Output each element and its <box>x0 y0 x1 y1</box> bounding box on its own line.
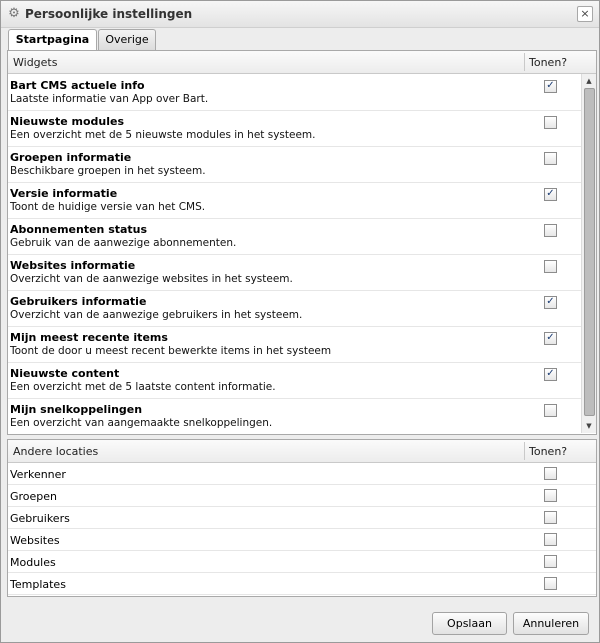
widget-description: Beschikbare groepen in het systeem. <box>10 165 206 177</box>
widget-name: Websites informatie <box>10 259 136 272</box>
location-show-checkbox[interactable] <box>544 577 557 590</box>
widget-row: Websites informatie Overzicht van de aanw… <box>8 254 581 291</box>
location-name: Verkenner <box>10 468 66 481</box>
widget-show-checkbox[interactable] <box>544 260 557 273</box>
scroll-up-arrow-icon[interactable]: ▲ <box>583 75 595 87</box>
widget-name: Gebruikers informatie <box>10 295 147 308</box>
locations-table-header: Andere locaties Tonen? <box>8 440 596 463</box>
scrollbar-thumb[interactable] <box>584 88 595 416</box>
check-icon: ✓ <box>546 80 555 91</box>
scroll-down-arrow-icon[interactable]: ▼ <box>583 420 595 432</box>
location-show-checkbox[interactable] <box>544 467 557 480</box>
location-show-checkbox[interactable] <box>544 555 557 568</box>
widget-row: Mijn snelkoppelingen Een overzicht van aa… <box>8 398 581 434</box>
dialog-titlebar[interactable]: ⚙ Persoonlijke instellingen × <box>1 1 599 28</box>
dialog-title: Persoonlijke instellingen <box>25 7 193 21</box>
show-column-header[interactable]: Tonen? <box>529 445 567 458</box>
location-name: Groepen <box>10 490 58 503</box>
location-show-checkbox[interactable] <box>544 489 557 502</box>
widget-description: Gebruik van de aanwezige abonnementen. <box>10 237 237 249</box>
widget-show-checkbox[interactable] <box>544 152 557 165</box>
widget-show-checkbox[interactable]: ✓ <box>544 332 557 345</box>
show-column-header[interactable]: Tonen? <box>529 56 567 69</box>
check-icon: ✓ <box>546 188 555 199</box>
widget-name: Nieuwste modules <box>10 115 125 128</box>
save-button[interactable]: Opslaan <box>432 612 507 635</box>
widgets-scrollbar[interactable]: ▲ ▼ <box>581 74 596 433</box>
widget-description: Een overzicht met de 5 nieuwste modules … <box>10 129 316 141</box>
location-name: Gebruikers <box>10 512 70 525</box>
location-row: Modules <box>8 551 596 573</box>
widget-description: Een overzicht met de 5 laatste content i… <box>10 381 276 393</box>
widget-show-checkbox[interactable]: ✓ <box>544 188 557 201</box>
widget-description: Overzicht van de aanwezige websites in h… <box>10 273 293 285</box>
gear-icon: ⚙ <box>8 6 20 21</box>
widget-name: Mijn meest recente items <box>10 331 168 344</box>
widget-row: Nieuwste content Een overzicht met de 5 l… <box>8 362 581 399</box>
location-row: Gebruikers <box>8 507 596 529</box>
widget-show-checkbox[interactable] <box>544 116 557 129</box>
column-divider <box>524 53 525 71</box>
location-name: Websites <box>10 534 60 547</box>
check-icon: ✓ <box>546 368 555 379</box>
widget-name: Groepen informatie <box>10 151 132 164</box>
widget-description: Toont de door u meest recent bewerkte it… <box>10 345 332 357</box>
widget-show-checkbox[interactable]: ✓ <box>544 368 557 381</box>
widgets-panel: Widgets Tonen? Bart CMS actuele info Laat… <box>7 50 597 435</box>
widget-show-checkbox[interactable] <box>544 404 557 417</box>
widgets-column-header[interactable]: Widgets <box>13 56 57 69</box>
widget-description: Overzicht van de aanwezige gebruikers in… <box>10 309 303 321</box>
column-divider <box>524 442 525 460</box>
tab-startpagina[interactable]: Startpagina <box>8 29 97 51</box>
widget-row: Bart CMS actuele info Laatste informatie … <box>8 74 581 111</box>
widget-name: Abonnementen status <box>10 223 148 236</box>
location-show-checkbox[interactable] <box>544 533 557 546</box>
locations-column-header[interactable]: Andere locaties <box>13 445 98 458</box>
widget-description: Toont de huidige versie van het CMS. <box>10 201 206 213</box>
location-row: Websites <box>8 529 596 551</box>
widget-row: Gebruikers informatie Overzicht van de aa… <box>8 290 581 327</box>
location-show-checkbox[interactable] <box>544 511 557 524</box>
widget-show-checkbox[interactable]: ✓ <box>544 296 557 309</box>
widget-description: Laatste informatie van App over Bart. <box>10 93 209 105</box>
location-name: Modules <box>10 556 56 569</box>
location-row: Groepen <box>8 485 596 507</box>
widget-row: Versie informatie Toont de huidige versie… <box>8 182 581 219</box>
widget-row: Abonnementen status Gebruik van de aanwez… <box>8 218 581 255</box>
location-name: Templates <box>10 578 66 591</box>
location-row: Templates <box>8 573 596 595</box>
check-icon: ✓ <box>546 296 555 307</box>
tab-overige[interactable]: Overige <box>98 29 156 50</box>
widget-name: Nieuwste content <box>10 367 120 380</box>
check-icon: ✓ <box>546 332 555 343</box>
location-row: Verkenner <box>8 463 596 485</box>
widget-show-checkbox[interactable]: ✓ <box>544 80 557 93</box>
widgets-table-header: Widgets Tonen? <box>8 51 596 74</box>
widget-row: Nieuwste modules Een overzicht met de 5 n… <box>8 110 581 147</box>
widget-name: Versie informatie <box>10 187 118 200</box>
widget-show-checkbox[interactable] <box>544 224 557 237</box>
locations-panel: Andere locaties Tonen? Verkenner Groepen G… <box>7 439 597 597</box>
widget-name: Mijn snelkoppelingen <box>10 403 143 416</box>
close-button[interactable]: × <box>577 6 593 22</box>
widget-row: Groepen informatie Beschikbare groepen in… <box>8 146 581 183</box>
cancel-button[interactable]: Annuleren <box>513 612 589 635</box>
widget-name: Bart CMS actuele info <box>10 79 145 92</box>
widget-row: Mijn meest recente items Toont de door u … <box>8 326 581 363</box>
widget-description: Een overzicht van aangemaakte snelkoppel… <box>10 417 273 429</box>
settings-dialog: ⚙ Persoonlijke instellingen × Startpagin… <box>0 0 600 643</box>
